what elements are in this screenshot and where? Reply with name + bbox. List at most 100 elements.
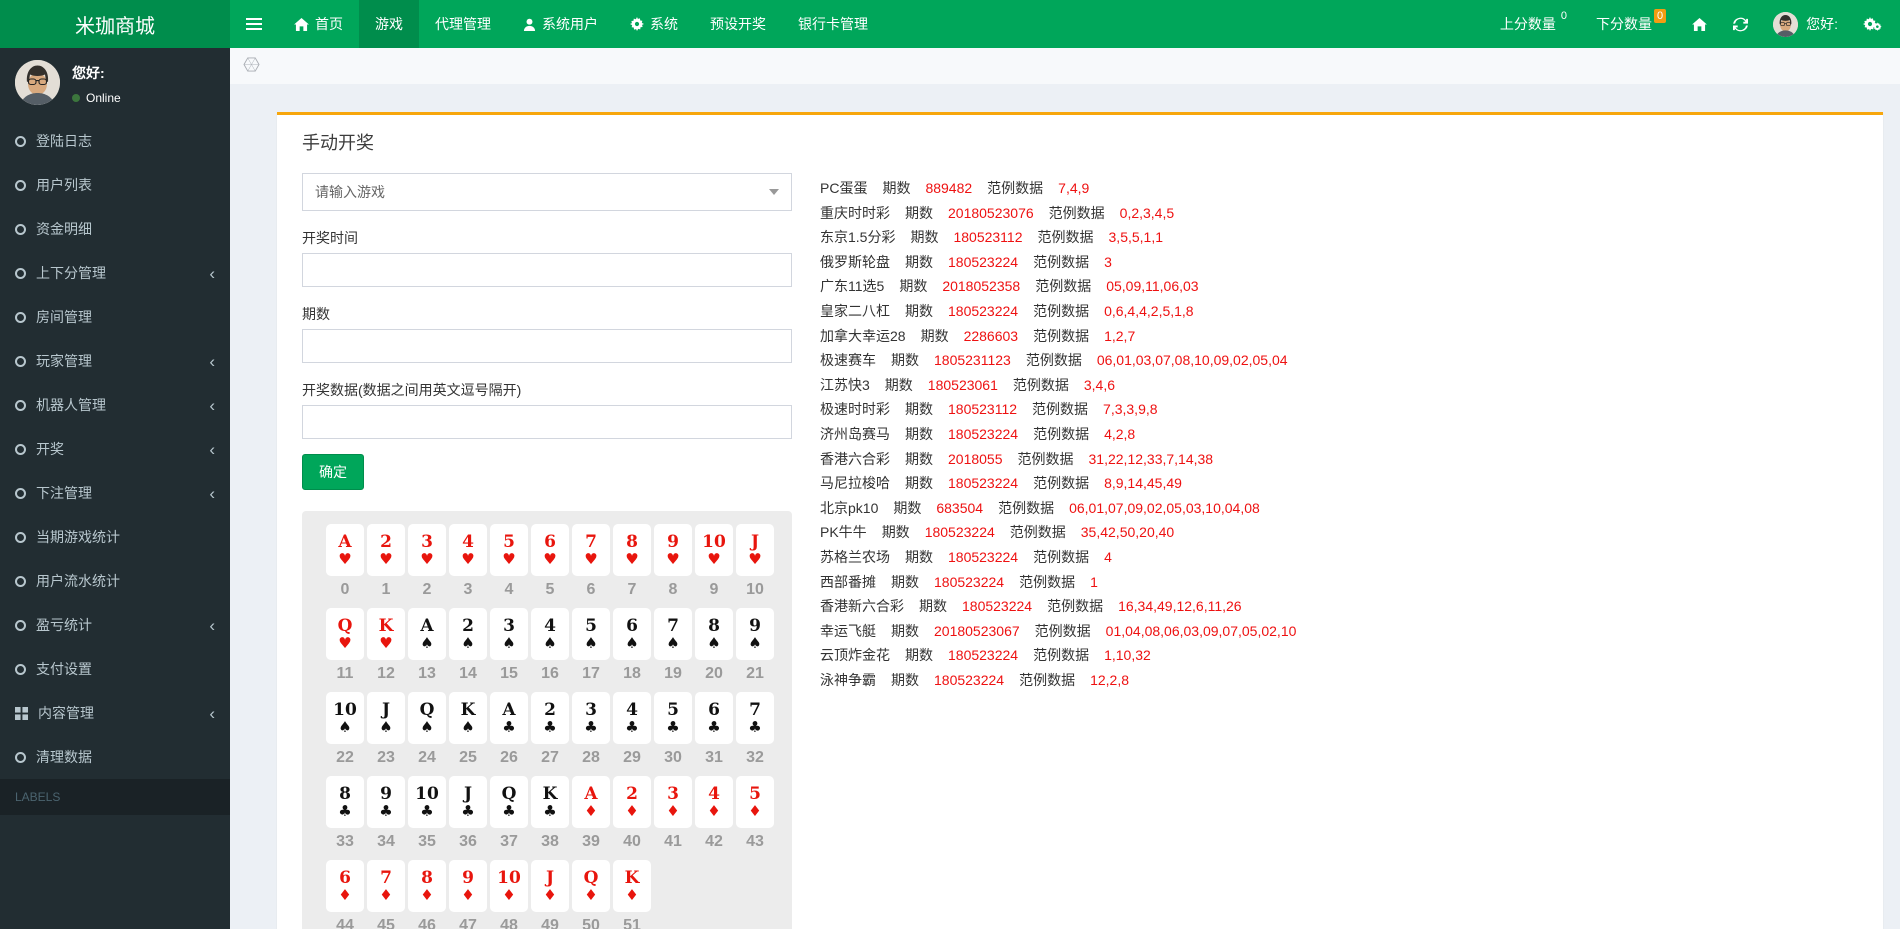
circle-icon bbox=[15, 400, 26, 411]
playing-card-46[interactable]: 8♦ bbox=[408, 860, 446, 912]
nav-item-2[interactable]: 游戏 bbox=[359, 0, 419, 48]
playing-card-41[interactable]: 3♦ bbox=[654, 776, 692, 828]
playing-card-29[interactable]: 4♣ bbox=[613, 692, 651, 744]
hexagon-icon[interactable] bbox=[243, 57, 260, 75]
user-menu[interactable]: 您好: bbox=[1761, 0, 1850, 48]
playing-card-24[interactable]: Q♠ bbox=[408, 692, 446, 744]
confirm-button[interactable]: 确定 bbox=[302, 454, 364, 490]
home-icon[interactable] bbox=[1679, 0, 1720, 48]
playing-card-30[interactable]: 5♣ bbox=[654, 692, 692, 744]
playing-card-26[interactable]: A♣ bbox=[490, 692, 528, 744]
playing-card-49[interactable]: J♦ bbox=[531, 860, 569, 912]
sidebar-item-4[interactable]: 上下分管理‹ bbox=[0, 251, 230, 295]
playing-card-18[interactable]: 6♠ bbox=[613, 608, 651, 660]
playing-card-15[interactable]: 3♠ bbox=[490, 608, 528, 660]
card-index: 44 bbox=[326, 917, 364, 929]
playing-card-37[interactable]: Q♣ bbox=[490, 776, 528, 828]
playing-card-39[interactable]: A♦ bbox=[572, 776, 610, 828]
sidebar-item-3[interactable]: 资金明细 bbox=[0, 207, 230, 251]
playing-card-51[interactable]: K♦ bbox=[613, 860, 651, 912]
playing-card-48[interactable]: 10♦ bbox=[490, 860, 528, 912]
playing-card-8[interactable]: 9♥ bbox=[654, 524, 692, 576]
playing-card-42[interactable]: 4♦ bbox=[695, 776, 733, 828]
user-status[interactable]: Online bbox=[72, 91, 121, 105]
sidebar-item-11[interactable]: 用户流水统计 bbox=[0, 559, 230, 603]
playing-card-6[interactable]: 7♥ bbox=[572, 524, 610, 576]
sidebar-item-14[interactable]: 内容管理‹ bbox=[0, 691, 230, 735]
cogs-icon[interactable] bbox=[1850, 0, 1900, 48]
playing-card-34[interactable]: 9♣ bbox=[367, 776, 405, 828]
nav-item-3[interactable]: 代理管理 bbox=[419, 0, 507, 48]
score-down-item[interactable]: 下分数量 0 bbox=[1583, 0, 1679, 48]
playing-card-40[interactable]: 2♦ bbox=[613, 776, 651, 828]
game-row: 云顶炸金花期数180523224范例数据1,10,32 bbox=[820, 643, 1311, 668]
nav-item-7[interactable]: 银行卡管理 bbox=[782, 0, 884, 48]
playing-card-4[interactable]: 5♥ bbox=[490, 524, 528, 576]
playing-card-11[interactable]: Q♥ bbox=[326, 608, 364, 660]
playing-card-10[interactable]: J♥ bbox=[736, 524, 774, 576]
playing-card-1[interactable]: 2♥ bbox=[367, 524, 405, 576]
playing-card-47[interactable]: 9♦ bbox=[449, 860, 487, 912]
playing-card-43[interactable]: 5♦ bbox=[736, 776, 774, 828]
sidebar-item-1[interactable]: 登陆日志 bbox=[0, 119, 230, 163]
sidebar-toggle-icon[interactable] bbox=[230, 0, 278, 48]
playing-card-28[interactable]: 3♣ bbox=[572, 692, 610, 744]
playing-card-12[interactable]: K♥ bbox=[367, 608, 405, 660]
playing-card-45[interactable]: 7♦ bbox=[367, 860, 405, 912]
playing-card-19[interactable]: 7♠ bbox=[654, 608, 692, 660]
sidebar-item-6[interactable]: 玩家管理‹ bbox=[0, 339, 230, 383]
issue-input[interactable] bbox=[302, 329, 792, 363]
playing-card-3[interactable]: 4♥ bbox=[449, 524, 487, 576]
sidebar-item-2[interactable]: 用户列表 bbox=[0, 163, 230, 207]
sidebar-item-8[interactable]: 开奖‹ bbox=[0, 427, 230, 471]
playing-card-27[interactable]: 2♣ bbox=[531, 692, 569, 744]
sidebar-item-9[interactable]: 下注管理‹ bbox=[0, 471, 230, 515]
playing-card-32[interactable]: 7♣ bbox=[736, 692, 774, 744]
sidebar-item-12[interactable]: 盈亏统计‹ bbox=[0, 603, 230, 647]
draw-data-label: 开奖数据(数据之间用英文逗号隔开) bbox=[302, 380, 792, 400]
issue-label: 期数 bbox=[905, 205, 933, 221]
score-up-badge: 0 bbox=[1558, 9, 1570, 23]
score-up-item[interactable]: 上分数量 0 bbox=[1487, 0, 1583, 48]
playing-card-31[interactable]: 6♣ bbox=[695, 692, 733, 744]
sidebar-item-13[interactable]: 支付设置 bbox=[0, 647, 230, 691]
score-down-badge: 0 bbox=[1654, 9, 1666, 23]
playing-card-36[interactable]: J♣ bbox=[449, 776, 487, 828]
brand-logo[interactable]: 米珈商城 bbox=[0, 0, 230, 48]
playing-card-20[interactable]: 8♠ bbox=[695, 608, 733, 660]
game-name: 俄罗斯轮盘 bbox=[820, 254, 890, 270]
playing-card-44[interactable]: 6♦ bbox=[326, 860, 364, 912]
sidebar-item-7[interactable]: 机器人管理‹ bbox=[0, 383, 230, 427]
playing-card-0[interactable]: A♥ bbox=[326, 524, 364, 576]
nav-item-5[interactable]: 系统 bbox=[614, 0, 694, 48]
sidebar-item-15[interactable]: 清理数据 bbox=[0, 735, 230, 779]
draw-data-input[interactable] bbox=[302, 405, 792, 439]
playing-card-14[interactable]: 2♠ bbox=[449, 608, 487, 660]
playing-card-13[interactable]: A♠ bbox=[408, 608, 446, 660]
game-select[interactable]: 请输入游戏 bbox=[302, 173, 792, 211]
playing-card-21[interactable]: 9♠ bbox=[736, 608, 774, 660]
refresh-icon[interactable] bbox=[1720, 0, 1761, 48]
playing-card-16[interactable]: 4♠ bbox=[531, 608, 569, 660]
playing-card-33[interactable]: 8♣ bbox=[326, 776, 364, 828]
playing-card-5[interactable]: 6♥ bbox=[531, 524, 569, 576]
draw-time-input[interactable] bbox=[302, 253, 792, 287]
playing-card-9[interactable]: 10♥ bbox=[695, 524, 733, 576]
playing-card-25[interactable]: K♠ bbox=[449, 692, 487, 744]
playing-card-35[interactable]: 10♣ bbox=[408, 776, 446, 828]
playing-card-23[interactable]: J♠ bbox=[367, 692, 405, 744]
playing-card-22[interactable]: 10♠ bbox=[326, 692, 364, 744]
playing-card-7[interactable]: 8♥ bbox=[613, 524, 651, 576]
playing-card-38[interactable]: K♣ bbox=[531, 776, 569, 828]
nav-item-6[interactable]: 预设开奖 bbox=[694, 0, 782, 48]
sidebar-item-10[interactable]: 当期游戏统计 bbox=[0, 515, 230, 559]
playing-card-17[interactable]: 5♠ bbox=[572, 608, 610, 660]
game-row: 极速时时彩期数180523112范例数据7,3,3,9,8 bbox=[820, 397, 1311, 422]
playing-card-50[interactable]: Q♦ bbox=[572, 860, 610, 912]
game-name: 加拿大幸运28 bbox=[820, 328, 906, 344]
sample-value: 31,22,12,33,7,14,38 bbox=[1089, 451, 1214, 467]
sidebar-item-5[interactable]: 房间管理 bbox=[0, 295, 230, 339]
playing-card-2[interactable]: 3♥ bbox=[408, 524, 446, 576]
nav-item-1[interactable]: 首页 bbox=[278, 0, 359, 48]
nav-item-4[interactable]: 系统用户 bbox=[507, 0, 614, 48]
